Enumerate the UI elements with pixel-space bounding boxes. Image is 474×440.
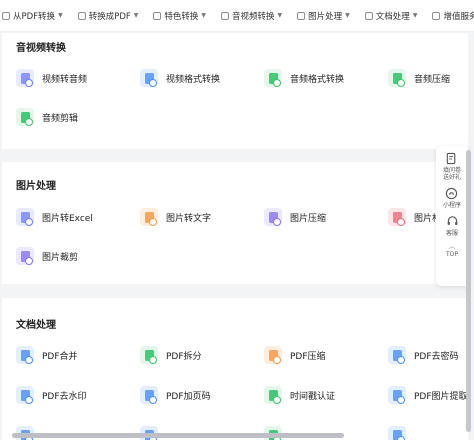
image-compress-icon: [264, 208, 282, 226]
survey-label: 填问卷 送好礼: [442, 167, 461, 181]
media-icon: [221, 11, 230, 20]
audio-cut-icon: [16, 108, 34, 126]
pdf-merge-icon: [16, 346, 34, 364]
service-icon: [432, 11, 441, 20]
vertical-scrollbar[interactable]: [466, 150, 471, 432]
section-media: 音视频转换 视频转音频 视频格式转换 音频格式转换 音频压缩 音频剪辑: [2, 33, 468, 149]
miniprogram-label: 小程序: [442, 202, 461, 209]
pdf-split-icon: [140, 346, 158, 364]
image-icon: [297, 11, 306, 20]
chevron-down-icon: ▼: [133, 12, 139, 19]
tool-image-to-text[interactable]: 图片转文字: [140, 208, 211, 226]
audio-format-icon: [264, 69, 282, 87]
survey-button[interactable]: 填问卷 送好礼: [443, 152, 461, 181]
tool-pdf-merge[interactable]: PDF合并: [16, 346, 78, 364]
section-title-image: 图片处理: [16, 181, 56, 192]
tool-audio-cut[interactable]: 音频剪辑: [16, 108, 78, 126]
section-docs: 文档处理 PDF合并 PDF拆分 PDF压缩 PDF去密码 PDF去水印 PDF…: [2, 298, 468, 440]
tool-pdf-remove-watermark[interactable]: PDF去水印: [16, 386, 87, 404]
nav-special[interactable]: 特色转换 ▼: [153, 10, 206, 22]
tool-pdf-compress[interactable]: PDF压缩: [264, 346, 326, 364]
section-title-media: 音视频转换: [16, 43, 66, 54]
audio-compress-icon: [388, 69, 406, 87]
nav-image[interactable]: 图片处理 ▼: [297, 10, 350, 22]
document-icon: [364, 11, 373, 20]
video-format-icon: [140, 69, 158, 87]
floating-toolbar: 填问卷 送好礼 小程序 客服 ︿ TOP: [436, 146, 468, 286]
horizontal-scrollbar[interactable]: [12, 433, 344, 438]
video-to-audio-icon: [16, 69, 34, 87]
nav-service[interactable]: 增值服务▼: [432, 10, 474, 22]
pdf-compress-icon: [264, 346, 282, 364]
tool-image-to-excel[interactable]: 图片转Excel: [16, 208, 93, 226]
back-to-top-label: TOP: [445, 251, 458, 258]
pdf-remove-watermark-icon: [16, 386, 34, 404]
chevron-down-icon: ▼: [345, 12, 350, 19]
miniprogram-icon: [446, 187, 458, 200]
survey-icon: [447, 152, 456, 165]
tool-timestamp-auth[interactable]: 时间戳认证: [264, 386, 335, 404]
top-nav: 从PDF转换 ▼ 转换成PDF ▼ 特色转换 ▼ 音视频转换 ▼ 图片处理 ▼ 文档处理 ▼…: [0, 0, 474, 32]
image-to-excel-icon: [16, 208, 34, 226]
nav-document[interactable]: 文档处理 ▼: [364, 10, 418, 22]
image-crop-icon: [16, 247, 34, 265]
chevron-down-icon: ▼: [58, 12, 63, 19]
headset-icon: [447, 216, 457, 225]
pdf-icon: [2, 11, 10, 20]
image-to-text-icon: [140, 208, 158, 226]
nav-from-pdf[interactable]: 从PDF转换 ▼: [2, 10, 63, 22]
chevron-down-icon: ▼: [201, 12, 207, 19]
nav-media[interactable]: 音视频转换 ▼: [221, 10, 282, 22]
pdf-page-number-icon: [140, 386, 158, 404]
tool-image-format[interactable]: 图片格: [388, 208, 441, 226]
chevron-up-icon: ︿: [448, 242, 456, 250]
image-format-icon: [388, 208, 406, 226]
tool-pdf-image-extract[interactable]: PDF图片提取: [388, 386, 468, 404]
customer-service-label: 客服: [445, 230, 458, 237]
tool-image-crop[interactable]: 图片裁剪: [16, 247, 78, 265]
tool-audio-format[interactable]: 音频格式转换: [264, 69, 344, 87]
timestamp-auth-icon: [264, 386, 282, 404]
pdf-remove-password-icon: [388, 346, 406, 364]
section-image: 图片处理 图片转Excel 图片转文字 图片压缩 图片格 图片裁剪: [2, 162, 468, 284]
tool-image-compress[interactable]: 图片压缩: [264, 208, 326, 226]
chevron-down-icon: ▼: [277, 12, 283, 19]
tool-pdf-split[interactable]: PDF拆分: [140, 346, 202, 364]
section-title-docs: 文档处理: [16, 320, 56, 331]
miniprogram-button[interactable]: 小程序: [443, 187, 461, 209]
tool-pdf-remove-password[interactable]: PDF去密码: [388, 346, 459, 364]
tool-video-format[interactable]: 视频格式转换: [140, 69, 220, 87]
customer-service-button[interactable]: 客服: [446, 215, 459, 237]
nav-to-pdf[interactable]: 转换成PDF ▼: [77, 10, 139, 22]
tool-video-to-audio[interactable]: 视频转音频: [16, 69, 87, 87]
special-icon: [153, 11, 162, 20]
pdf-tool-icon[interactable]: [388, 426, 406, 440]
chevron-down-icon: ▼: [412, 12, 418, 19]
tool-audio-compress[interactable]: 音频压缩: [388, 69, 450, 87]
tool-pdf-page-number[interactable]: PDF加页码: [140, 386, 211, 404]
back-to-top-button[interactable]: ︿ TOP: [445, 242, 458, 259]
convert-icon: [77, 11, 86, 20]
pdf-image-extract-icon: [388, 386, 406, 404]
